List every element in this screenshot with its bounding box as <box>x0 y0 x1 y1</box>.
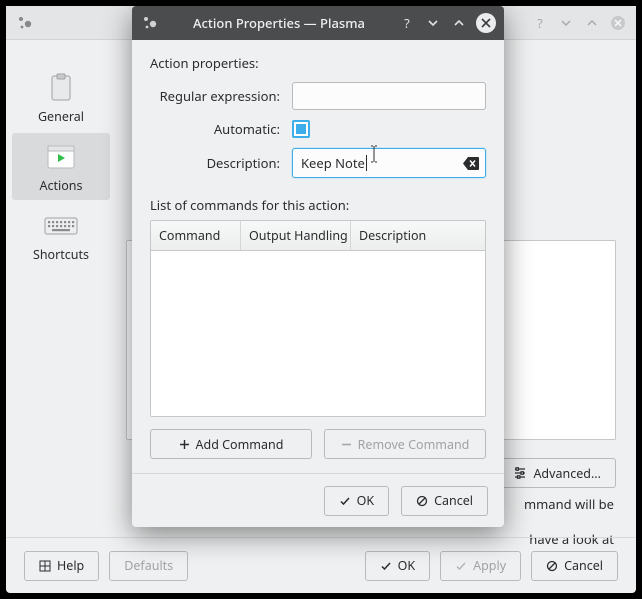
regex-row: Regular expression: <box>150 82 486 110</box>
plus-icon <box>179 439 190 450</box>
help-grid-icon <box>39 560 51 572</box>
advanced-label: Advanced... <box>533 465 601 482</box>
sidebar-item-general[interactable]: General <box>12 64 110 131</box>
dialog-footer: OK Cancel <box>132 473 504 527</box>
ok-button[interactable]: OK <box>365 551 431 581</box>
plasma-logo-icon <box>142 15 160 31</box>
description-row: Description: Keep Note <box>150 148 486 178</box>
dialog-title: Action Properties — Plasma <box>168 14 390 32</box>
clipboard-icon <box>41 72 81 104</box>
ban-icon <box>416 495 428 507</box>
help-label: Help <box>57 557 84 574</box>
text-caret <box>366 155 367 171</box>
sidebar: General Actions Shortcuts <box>6 40 116 593</box>
close-icon[interactable] <box>476 13 496 33</box>
sidebar-item-label: General <box>38 108 84 125</box>
keyboard-icon <box>41 210 81 242</box>
clear-input-icon[interactable] <box>463 156 479 170</box>
close-icon[interactable] <box>610 15 626 31</box>
regex-input[interactable] <box>292 82 486 110</box>
help-button[interactable]: Help <box>24 551 99 581</box>
column-output-handling[interactable]: Output Handling <box>241 221 351 250</box>
dialog-ok-button[interactable]: OK <box>324 486 390 516</box>
cancel-label: Cancel <box>564 557 603 574</box>
remove-command-button: Remove Command <box>324 429 486 459</box>
chevron-down-icon[interactable] <box>558 15 574 31</box>
parent-footer: Help Defaults OK Apply Cancel <box>6 537 636 593</box>
ibeam-cursor-icon <box>369 145 379 163</box>
dialog-ok-label: OK <box>357 492 375 509</box>
commands-list-label: List of commands for this action: <box>150 196 486 214</box>
defaults-button: Defaults <box>109 551 188 581</box>
add-command-label: Add Command <box>196 436 284 453</box>
checkbox-checked-icon <box>296 124 306 134</box>
check-icon <box>380 560 392 572</box>
automatic-checkbox[interactable] <box>292 120 310 138</box>
action-properties-header: Action properties: <box>150 54 486 72</box>
hint-text: mmand will be <box>524 495 614 513</box>
apply-button: Apply <box>440 551 521 581</box>
sidebar-item-shortcuts[interactable]: Shortcuts <box>12 202 110 269</box>
add-command-button[interactable]: Add Command <box>150 429 312 459</box>
plasma-logo-icon <box>16 14 34 32</box>
chevron-down-icon[interactable] <box>424 14 442 32</box>
check-icon <box>339 495 351 507</box>
chevron-up-icon[interactable] <box>450 14 468 32</box>
dialog-body: Action properties: Regular expression: A… <box>132 40 504 473</box>
defaults-label: Defaults <box>124 557 173 574</box>
automatic-row: Automatic: <box>150 120 486 138</box>
table-body-empty <box>151 251 485 416</box>
dialog-cancel-label: Cancel <box>434 492 473 509</box>
description-value: Keep Note <box>301 154 365 172</box>
commands-table[interactable]: Command Output Handling Description <box>150 220 486 417</box>
ok-label: OK <box>398 557 416 574</box>
sliders-icon <box>513 466 527 480</box>
apply-label: Apply <box>473 557 506 574</box>
dialog-titlebar[interactable]: Action Properties — Plasma ? <box>132 6 504 40</box>
command-actions: Add Command Remove Command <box>150 429 486 459</box>
description-input[interactable]: Keep Note <box>292 148 486 178</box>
chevron-up-icon[interactable] <box>584 15 600 31</box>
dialog-cancel-button[interactable]: Cancel <box>401 486 488 516</box>
column-description[interactable]: Description <box>351 221 485 250</box>
sidebar-item-actions[interactable]: Actions <box>12 133 110 200</box>
automatic-label: Automatic: <box>150 120 280 138</box>
advanced-button[interactable]: Advanced... <box>498 458 616 488</box>
description-label: Description: <box>150 154 280 172</box>
cancel-button[interactable]: Cancel <box>531 551 618 581</box>
regex-label: Regular expression: <box>150 87 280 105</box>
play-document-icon <box>41 141 81 173</box>
column-command[interactable]: Command <box>151 221 241 250</box>
check-icon <box>455 560 467 572</box>
help-icon[interactable]: ? <box>532 15 548 31</box>
action-properties-dialog: Action Properties — Plasma ? Action prop… <box>132 6 504 527</box>
sidebar-item-label: Shortcuts <box>33 246 89 263</box>
sidebar-item-label: Actions <box>39 177 82 194</box>
table-header: Command Output Handling Description <box>151 221 485 251</box>
minus-icon <box>341 439 352 450</box>
help-icon[interactable]: ? <box>398 14 416 32</box>
remove-command-label: Remove Command <box>358 436 470 453</box>
ban-icon <box>546 560 558 572</box>
